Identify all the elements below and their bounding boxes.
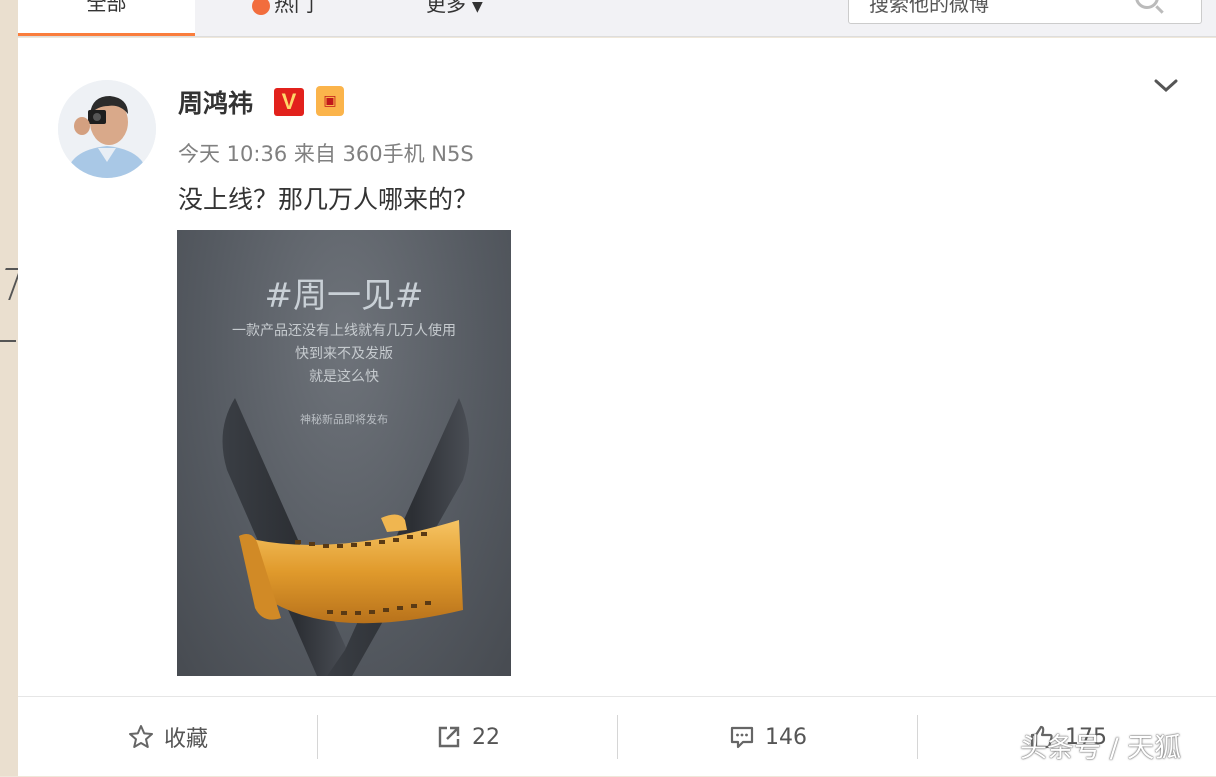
search-placeholder: 搜索他的微博 — [869, 0, 989, 16]
verified-badge-icon[interactable]: V — [274, 88, 304, 116]
tab-all-label: 全部 — [86, 0, 127, 15]
favorite-button[interactable]: 收藏 — [18, 697, 318, 777]
repost-count: 22 — [472, 724, 500, 750]
post-text: 没上线？那几万人哪来的？ — [178, 185, 479, 214]
star-icon — [128, 725, 153, 748]
weibo-post-card: 周鸿祎 V ▣ 今天 10:36 来自 360手机 N5S 没上线？那几万人哪来… — [18, 38, 1216, 776]
post-image[interactable]: #周一见# 一款产品还没有上线就有几万人使用 快到来不及发版 就是这么快 神秘新… — [177, 230, 511, 676]
watermark: 头条号 / 天狐 — [1020, 733, 1182, 764]
tab-all[interactable]: 全部 — [18, 0, 195, 36]
chevron-down-icon: ▼ — [472, 0, 483, 15]
share-icon — [438, 726, 460, 748]
member-badge-icon[interactable]: ▣ — [316, 86, 344, 116]
profile-tab-bar: 全部 热门 更多 ▼ 搜索他的微博 ▼ — [18, 0, 1216, 37]
post-meta[interactable]: 今天 10:36 来自 360手机 N5S — [178, 138, 474, 168]
repost-button[interactable]: 22 — [318, 697, 618, 777]
tab-more[interactable]: 更多 ▼ — [426, 0, 483, 36]
background-edge — [0, 0, 22, 776]
comment-icon — [730, 726, 754, 749]
decorative-mark — [0, 340, 16, 342]
comment-count: 146 — [765, 724, 807, 750]
username[interactable]: 周鸿祎 — [178, 84, 253, 120]
search-icon[interactable] — [1135, 0, 1159, 9]
tab-more-label: 更多 — [426, 0, 466, 16]
tab-hot-label: 热门 — [274, 0, 314, 16]
v-film-graphic — [222, 398, 470, 676]
favorite-label: 收藏 — [163, 727, 208, 752]
tab-hot[interactable]: 热门 — [252, 0, 314, 36]
fire-icon — [252, 0, 270, 15]
chevron-down-icon[interactable] — [1154, 74, 1178, 98]
search-input[interactable]: 搜索他的微博 ▼ — [848, 0, 1202, 24]
comment-button[interactable]: 146 — [618, 697, 918, 777]
avatar[interactable] — [58, 80, 156, 178]
